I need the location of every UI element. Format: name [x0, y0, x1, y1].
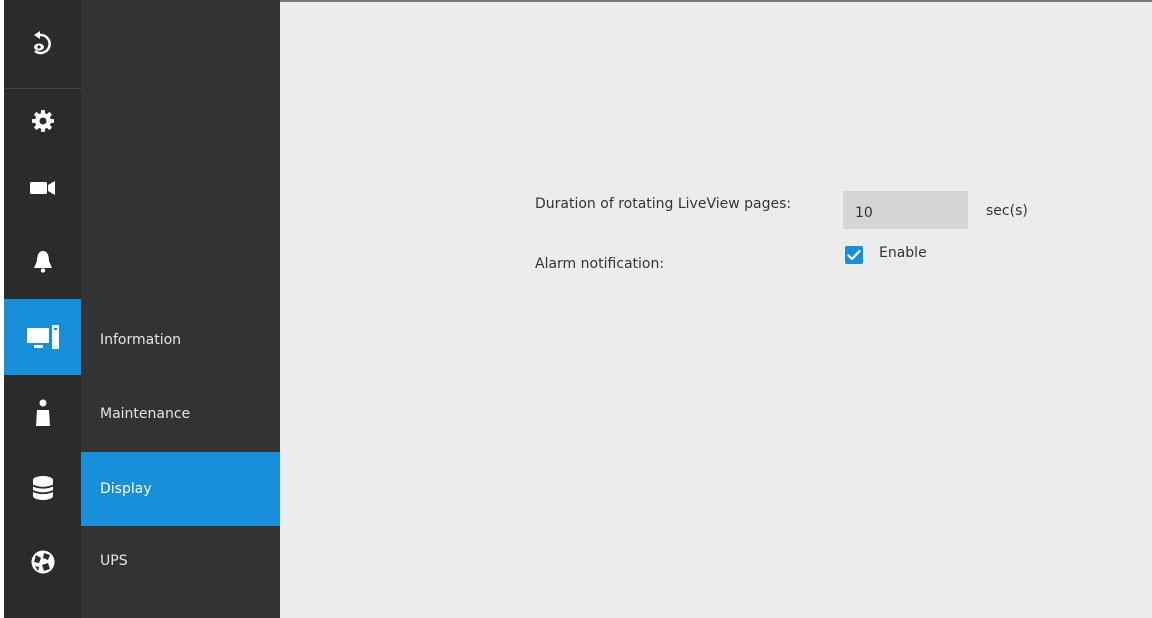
alarm-enable-checkbox[interactable]	[845, 246, 863, 264]
subnav-item-display[interactable]: Display	[81, 452, 280, 526]
duration-label: Duration of rotating LiveView pages:	[535, 196, 792, 212]
app-window: Information Maintenance Display UPS Dura…	[0, 0, 1152, 618]
database-icon	[32, 475, 54, 501]
rail-back-button[interactable]	[4, 0, 81, 88]
user-icon	[34, 399, 52, 427]
content-panel	[280, 0, 1152, 618]
rail-user-button[interactable]	[4, 375, 81, 451]
subnav-item-ups[interactable]: UPS	[81, 524, 280, 598]
subnav-item-maintenance[interactable]: Maintenance	[81, 377, 280, 451]
subnav-item-label: Maintenance	[100, 406, 191, 422]
alarm-enable-label[interactable]: Enable	[879, 245, 927, 261]
bell-icon	[32, 249, 54, 273]
subnav-item-label: Display	[100, 481, 152, 497]
content-top-border	[280, 0, 1152, 2]
rail-alarm-button[interactable]	[4, 223, 81, 299]
subnav-item-label: UPS	[100, 553, 128, 569]
duration-unit: sec(s)	[986, 203, 1028, 219]
checkmark-icon	[847, 246, 861, 265]
rail-settings-button[interactable]	[4, 89, 81, 153]
sub-navigation: Information Maintenance Display UPS	[81, 0, 280, 618]
duration-input[interactable]	[843, 191, 968, 229]
camera-icon	[29, 180, 56, 196]
globe-icon	[30, 549, 56, 575]
subnav-item-information[interactable]: Information	[81, 303, 280, 377]
monitor-icon	[26, 324, 60, 350]
rail-storage-button[interactable]	[4, 451, 81, 525]
alarm-notification-label: Alarm notification:	[535, 256, 665, 272]
icon-rail	[4, 0, 81, 618]
rail-system-button[interactable]	[4, 299, 81, 375]
gear-icon	[31, 109, 55, 133]
rail-camera-button[interactable]	[4, 153, 81, 223]
back-icon	[28, 29, 58, 59]
rail-network-button[interactable]	[4, 525, 81, 599]
subnav-item-label: Information	[100, 332, 182, 348]
